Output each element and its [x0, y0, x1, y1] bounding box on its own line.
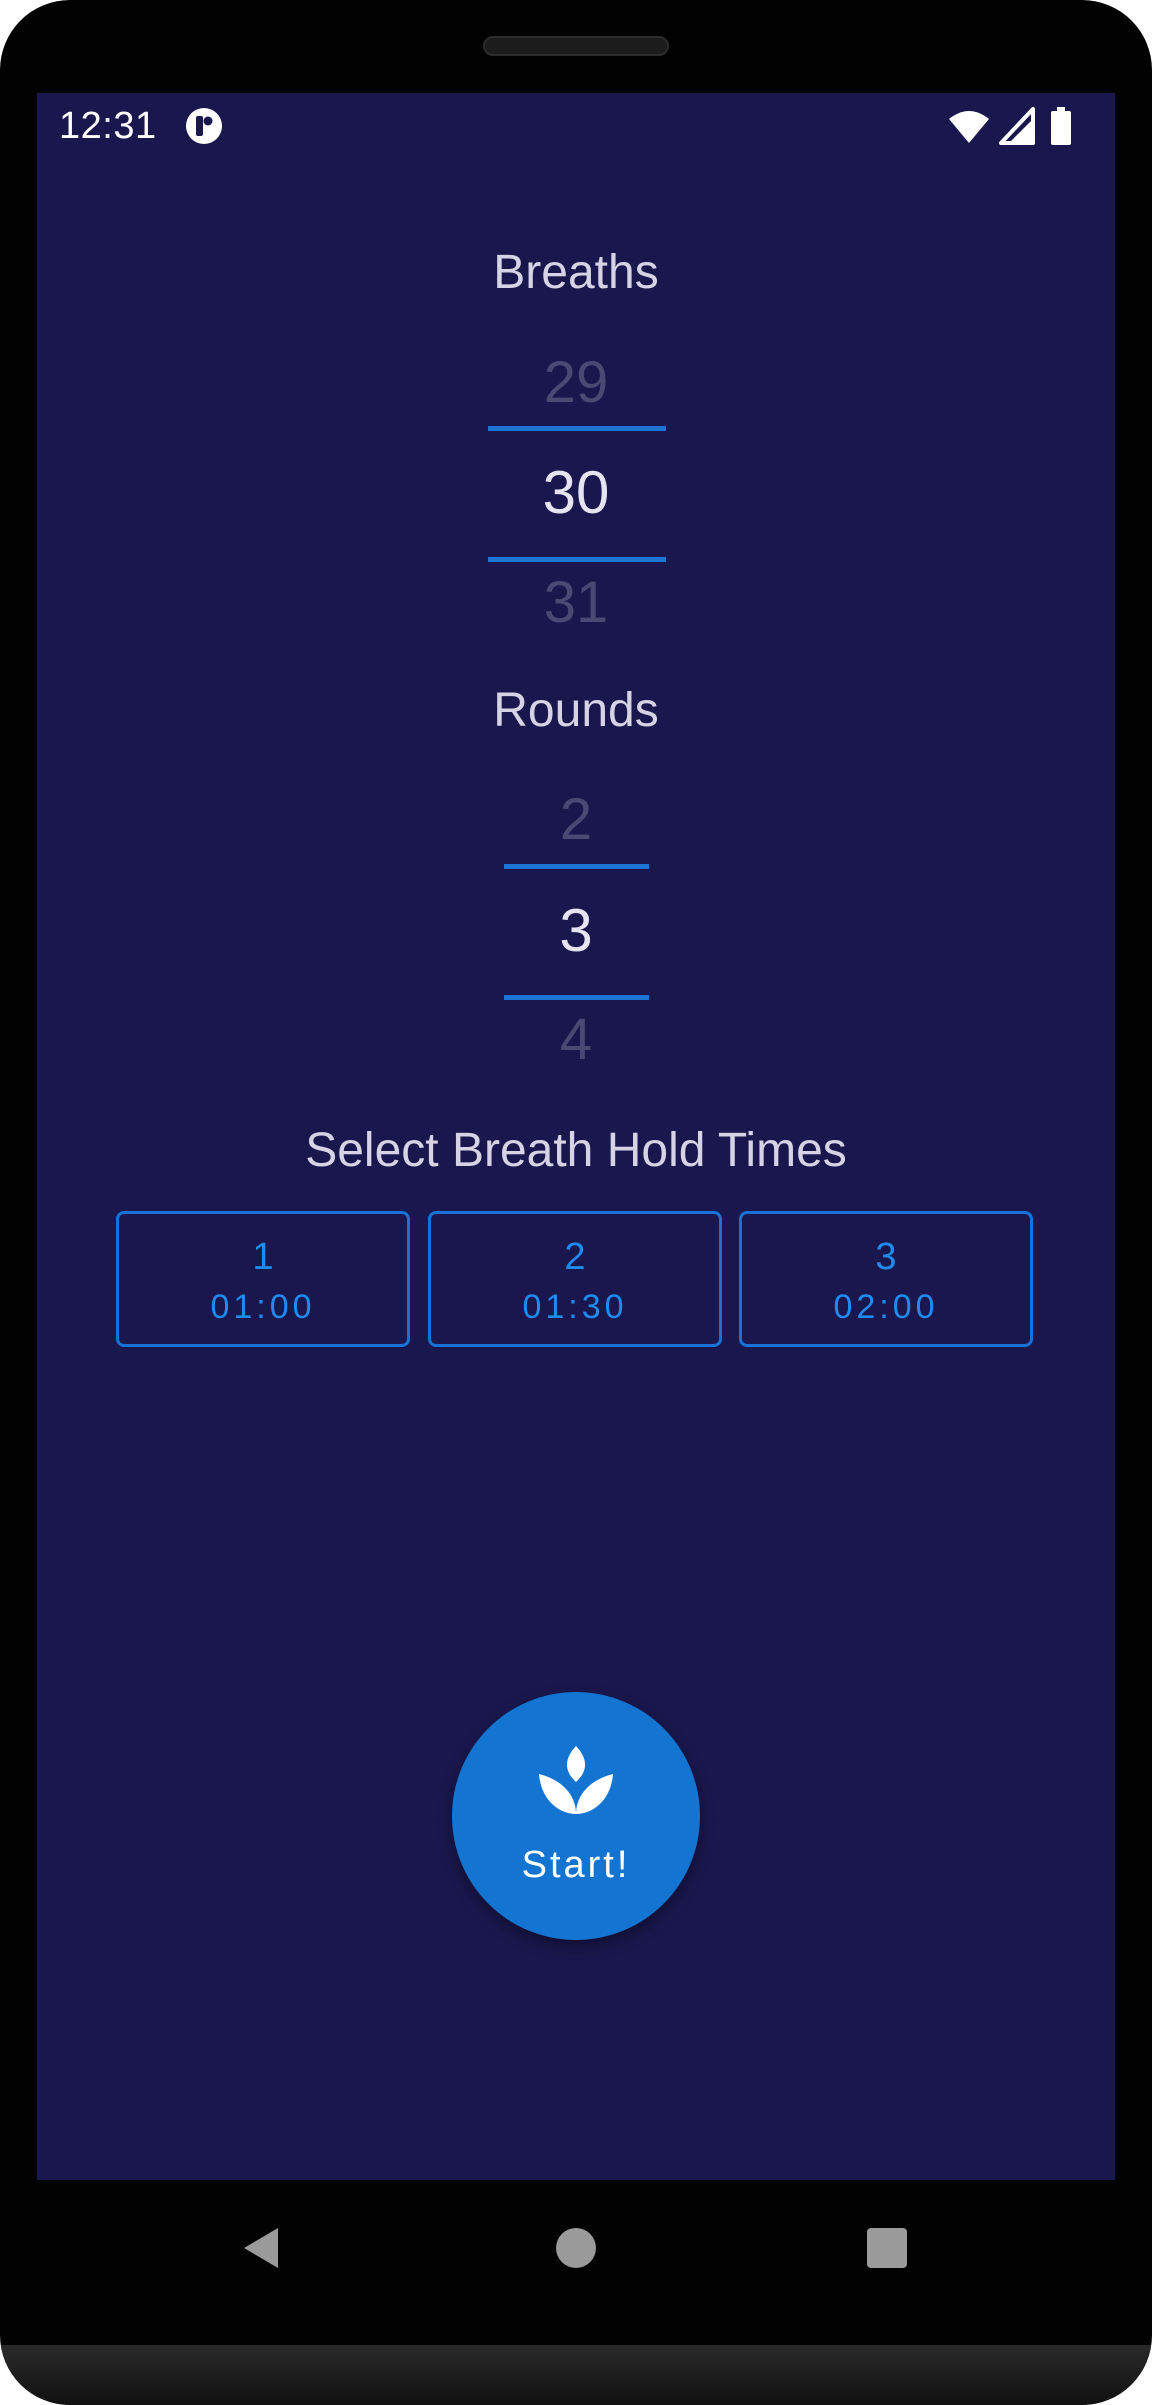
breaths-next-value[interactable]: 31 [37, 569, 1115, 636]
hold-time-index: 2 [564, 1236, 586, 1278]
battery-icon [1051, 107, 1071, 145]
back-icon[interactable] [240, 2225, 282, 2271]
phone-speaker [483, 36, 669, 56]
hold-time-index: 3 [875, 1236, 897, 1278]
breaths-selected-value[interactable]: 30 [37, 458, 1115, 527]
breaths-bottom-divider [488, 557, 666, 562]
hold-time-value: 02:00 [833, 1288, 939, 1326]
breaths-title: Breaths [493, 246, 659, 299]
hold-time-button-3[interactable]: 3 02:00 [739, 1211, 1033, 1347]
rounds-prev-value[interactable]: 2 [37, 786, 1115, 853]
rounds-next-value[interactable]: 4 [37, 1006, 1115, 1073]
recents-icon[interactable] [866, 2227, 908, 2269]
status-icons [947, 107, 1097, 147]
rounds-top-divider [504, 864, 649, 869]
app-screen: 12:31 Breaths 29 30 31 Rounds 2 3 4 Sele… [37, 93, 1115, 2180]
rounds-title: Rounds [493, 684, 659, 737]
rounds-selected-value[interactable]: 3 [37, 896, 1115, 965]
start-button-label: Start! [521, 1844, 631, 1886]
status-time: 12:31 [59, 105, 157, 147]
hold-time-value: 01:00 [210, 1288, 316, 1326]
hold-time-button-2[interactable]: 2 01:30 [428, 1211, 722, 1347]
hold-time-index: 1 [252, 1236, 274, 1278]
phone-bottom-edge [0, 2345, 1152, 2405]
rounds-bottom-divider [504, 995, 649, 1000]
app-notification-icon [186, 108, 222, 144]
breaths-prev-value[interactable]: 29 [37, 349, 1115, 416]
wifi-icon [949, 111, 989, 143]
breaths-top-divider [488, 426, 666, 431]
lotus-icon [539, 1746, 613, 1814]
cellular-signal-icon [999, 107, 1035, 145]
home-icon[interactable] [555, 2227, 597, 2269]
hold-time-button-1[interactable]: 1 01:00 [116, 1211, 410, 1347]
start-button[interactable]: Start! [452, 1692, 700, 1940]
hold-time-value: 01:30 [522, 1288, 628, 1326]
hold-times-title: Select Breath Hold Times [305, 1124, 847, 1177]
phone-frame: 12:31 Breaths 29 30 31 Rounds 2 3 4 Sele… [0, 0, 1152, 2405]
